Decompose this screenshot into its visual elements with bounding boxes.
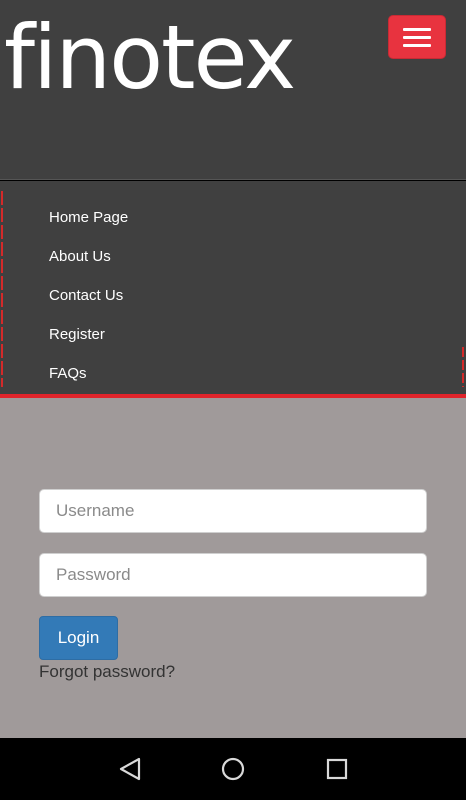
- login-button[interactable]: Login: [39, 616, 118, 660]
- menu-toggle-button[interactable]: [388, 15, 446, 59]
- back-triangle-icon[interactable]: [117, 756, 143, 782]
- forgot-password-link[interactable]: Forgot password?: [39, 661, 175, 683]
- finotex-logo[interactable]: finotex: [4, 8, 296, 108]
- username-input[interactable]: [39, 489, 427, 533]
- app-screen: finotex Home Page About Us Contact Us Re…: [0, 0, 466, 800]
- nav-item-contact-us[interactable]: Contact Us: [0, 276, 466, 315]
- site-header: finotex: [0, 0, 466, 180]
- home-circle-icon[interactable]: [220, 756, 246, 782]
- nav-item-about-us[interactable]: About Us: [0, 237, 466, 276]
- recent-apps-square-icon[interactable]: [324, 756, 350, 782]
- hamburger-menu-icon: [403, 35, 431, 39]
- password-input[interactable]: [39, 553, 427, 597]
- nav-item-register[interactable]: Register: [0, 315, 466, 354]
- main-navigation: Home Page About Us Contact Us Register F…: [0, 181, 466, 396]
- nav-item-home-page[interactable]: Home Page: [0, 198, 466, 237]
- android-navigation-bar: [0, 738, 466, 800]
- nav-list: Home Page About Us Contact Us Register F…: [0, 198, 466, 393]
- hamburger-menu-icon: [403, 27, 431, 31]
- nav-item-faqs[interactable]: FAQs: [0, 354, 466, 393]
- login-section: Login Forgot password?: [0, 398, 466, 738]
- hamburger-menu-icon: [403, 43, 431, 47]
